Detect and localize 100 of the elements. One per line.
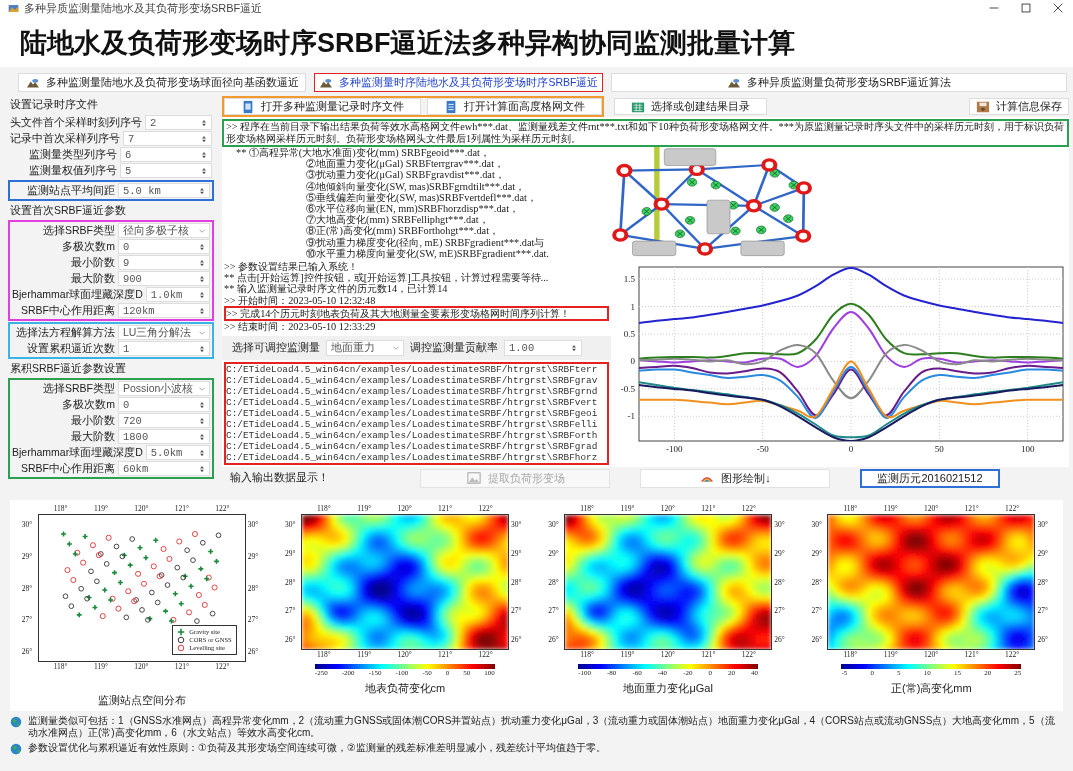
log-line: >> 开始时间：2023-05-10 12:32:48 <box>224 294 377 306</box>
dropdown[interactable]: Possion小波核 <box>118 381 210 396</box>
map-caption: 地表负荷变化cm <box>364 681 446 696</box>
field-label: 最大阶数 <box>70 273 115 284</box>
field-label: 最小阶数 <box>70 257 115 268</box>
app-heading: 陆地水及负荷形变场时序SRBF逼近法多种异构协同监测批量计算 <box>0 16 1073 67</box>
spin-box[interactable]: 0 <box>118 239 210 254</box>
field-label: 头文件首个采样时刻列序号 <box>10 117 142 128</box>
map-caption: 正(常)高变化mm <box>891 681 972 696</box>
toolbar-button[interactable]: 选择或创建结果目录 <box>614 98 767 115</box>
log-line: ③扰动重力变化(μGal) SRBFgravdist***.dat， <box>306 169 505 181</box>
spin-box[interactable]: 2 <box>145 115 212 130</box>
field-label: 选择可调控监测量 <box>232 341 320 356</box>
axis-tick-label: 50 <box>934 444 944 454</box>
file-path: C:/ETideLoad4.5_win64cn/examples/LoadestimateSRBF/htrgrst\SRBFelli <box>226 419 599 431</box>
spin-box[interactable]: 120km <box>118 303 210 318</box>
axis-tick-label: 0.5 <box>623 328 635 339</box>
log-line: ④地倾斜向量变化(SW, mas)SRBFgrndtilt***.dat， <box>306 180 526 192</box>
field-label: 多极次数m <box>61 241 115 252</box>
log-line: ⑧正(常)高变化(mm) SRBForthohgt***.dat， <box>306 225 499 237</box>
field-label: 选择法方程解算方法 <box>15 327 115 338</box>
field-label: 设置累积逼近次数 <box>26 343 115 354</box>
spin-box[interactable]: 1800 <box>118 429 210 444</box>
log-line: ⑥水平位移向量(EN, mm)SRBFhorzdisp***.dat， <box>306 203 519 215</box>
section-title: 设置首次SRBF逼近参数 <box>9 203 127 218</box>
axis-tick-label: -50 <box>756 444 769 454</box>
dropdown[interactable]: LU三角分解法 <box>118 325 210 340</box>
field-label: 监测站点平均间距 <box>26 185 115 196</box>
field-label: 监测量权值列序号 <box>28 165 117 176</box>
spin-box[interactable]: 5 <box>120 163 212 178</box>
note-text: 参数设置优化与累积逼近有效性原则：①负荷及其形变场空间连续可微，②监测量的残差标准差明显减小，残差统计平均值趋于零。 <box>28 742 606 754</box>
log-line: >> 参数设置结果已输入系统！ <box>224 261 360 273</box>
field-label: 选择SRBF类型 <box>42 225 115 236</box>
field-label: SRBF中心作用距离 <box>20 463 115 474</box>
note-text: 监测量类似可包括：1（GNSS水准网点）高程异常变化mm，2（流动重力GNSS或固体潮CORS并置站点）扰动重力变化μGal，3（流动重力或固体潮站点）地面重力变化μGal，4（CORS站点或流动GNSS点）大地高变化mm，5（流动水准网点）正(常)高变化mm，6（水文站点）等效水高变化cm。 <box>28 715 1056 739</box>
log-text: >> 程序在当前目录下输出结果负荷等效水高格网文件ewh***.dat、监测量残差文件rnt***.txt和如下10种负荷形变场格网文件。***为原监测量记录时序头文件中的采样历元时刻，用于标识负荷形变场格网采样历元时刻。负荷形变场格网头文件最后1列属性为采样历元时刻。 <box>226 121 1065 145</box>
field-label: Bjerhammar球面埋藏深度D <box>12 289 143 300</box>
tab[interactable]: 多种异质监测量负荷形变场SRBF逼近算法 <box>611 73 1067 92</box>
file-path: C:/ETideLoad4.5_win64cn/examples/LoadestimateSRBF/htrgrst\SRBFhorz <box>226 452 599 464</box>
spin-box[interactable]: 5.0km <box>145 445 210 460</box>
log-line: ** 输入监测量记录时序文件的历元数14，已计算14 <box>224 283 449 295</box>
spin-box[interactable]: 9 <box>118 255 210 270</box>
section-title: 累积SRBF逼近参数设置 <box>9 361 127 376</box>
file-path: C:/ETideLoad4.5_win64cn/examples/LoadestimateSRBF/htrgrst\SRBFgrad <box>226 441 599 453</box>
log-line: ⑩水平重力梯度向量变化(SW, mE)SRBFgradient***.dat. <box>306 247 549 260</box>
spin-box[interactable]: 6 <box>120 147 212 162</box>
axis-tick-label: 0 <box>630 356 635 367</box>
spin-box[interactable]: 720 <box>118 413 210 428</box>
file-path: C:/ETideLoad4.5_win64cn/examples/LoadestimateSRBF/htrgrst\SRBFterr <box>226 364 599 376</box>
log-line: >> 结束时间：2023-05-10 12:33:29 <box>224 321 377 333</box>
action-button[interactable]: 监测历元2016021512 <box>860 468 1000 488</box>
toolbar-button[interactable]: 打开计算面高度格网文件 <box>427 98 602 115</box>
tab[interactable]: 多种监测量时序陆地水及其负荷形变场时序SRBF逼近 <box>314 73 604 92</box>
field-label: 监测量类型列序号 <box>28 149 117 160</box>
tab[interactable]: 多种监测量陆地水及负荷形变场球面径向基函数逼近 <box>18 73 307 92</box>
field-label: SRBF中心作用距离 <box>20 305 115 316</box>
file-path: C:/ETideLoad4.5_win64cn/examples/LoadestimateSRBF/htrgrst\SRBFgrav <box>226 375 599 387</box>
spin-box[interactable]: 0 <box>118 397 210 412</box>
spin-box[interactable]: 5.0 km <box>118 183 210 198</box>
log-line: ** ①高程异常(大地水准面)变化(mm) SRBFgeoid***.dat， <box>236 147 490 158</box>
axis-tick-label: -100 <box>666 444 683 454</box>
axis-tick-label: 0 <box>848 444 854 454</box>
spin-box[interactable]: 7 <box>123 131 212 146</box>
log-line: ⑤垂线偏差向量变化(SW, mas)SRBFvertdefl***.dat， <box>306 191 537 203</box>
file-path: C:/ETideLoad4.5_win64cn/examples/LoadestimateSRBF/htrgrst\SRBFgeoi <box>226 408 599 420</box>
field-label: 最小阶数 <box>70 415 115 426</box>
field-label: 选择SRBF类型 <box>42 383 115 394</box>
spin-box[interactable]: 1 <box>118 341 210 356</box>
field-label: Bjerhammar球面埋藏深度D <box>12 447 143 458</box>
dropdown[interactable]: 径向多极子核 <box>118 223 210 238</box>
axis-tick-label: 100 <box>1020 444 1035 454</box>
spin-box[interactable]: 60km <box>118 461 210 476</box>
log-line: ** 点击[开始运算]控件按钮，或[开始运算]工具按钮，计算过程需要等待... <box>224 272 550 284</box>
map-caption: 地面重力变化μGal <box>623 681 713 696</box>
status-text: 输入输出数据显示！ <box>230 471 330 485</box>
field-label: 最大阶数 <box>70 431 115 442</box>
field-label: 多极次数m <box>61 399 115 410</box>
field-label: 记录中首次采样列序号 <box>10 133 120 144</box>
toolbar-button[interactable]: 打开多种监测量记录时序文件 <box>224 98 421 115</box>
spin-box[interactable]: 1.00 <box>504 340 582 357</box>
toolbar-button[interactable]: 计算信息保存 <box>969 98 1069 115</box>
map-caption: 监测站点空间分布 <box>97 693 186 708</box>
spin-box[interactable]: 1.0km <box>145 287 210 302</box>
section-title: 设置记录时序文件 <box>9 97 99 112</box>
axis-tick-label: -0.5 <box>620 383 635 394</box>
log-line: ②地面重力变化(μGal) SRBFterrgrav***.dat， <box>306 158 504 170</box>
window-title: 多种异质监测量陆地水及其负荷形变场SRBF逼近 <box>24 0 263 16</box>
axis-tick-label: 1.5 <box>623 274 635 285</box>
axis-tick-label: 1 <box>630 301 635 312</box>
spin-box[interactable]: 900 <box>118 271 210 286</box>
file-path: C:/ETideLoad4.5_win64cn/examples/LoadestimateSRBF/htrgrst\SRBFgrnd <box>226 386 599 398</box>
log-line: ⑦大地高变化(mm) SRBFelliphgt***.dat， <box>306 214 489 226</box>
dropdown[interactable]: 地面重力 <box>326 340 404 357</box>
field-label: 调控监测量贡献率 <box>410 341 498 356</box>
file-path: C:/ETideLoad4.5_win64cn/examples/LoadestimateSRBF/htrgrst\SRBForth <box>226 430 599 442</box>
axis-tick-label: -1 <box>627 411 635 422</box>
log-line: ⑨扰动重力梯度变化(径向, mE) SRBFgradient***.dat与 <box>306 236 545 248</box>
action-button[interactable]: 图形绘制↓ <box>640 468 830 488</box>
file-path: C:/ETideLoad4.5_win64cn/examples/LoadestimateSRBF/htrgrst\SRBFvert <box>226 397 599 409</box>
log-line: >> 完成14个历元时刻地表负荷及其大地测量全要素形变场格网时间序列计算！ <box>226 307 572 319</box>
